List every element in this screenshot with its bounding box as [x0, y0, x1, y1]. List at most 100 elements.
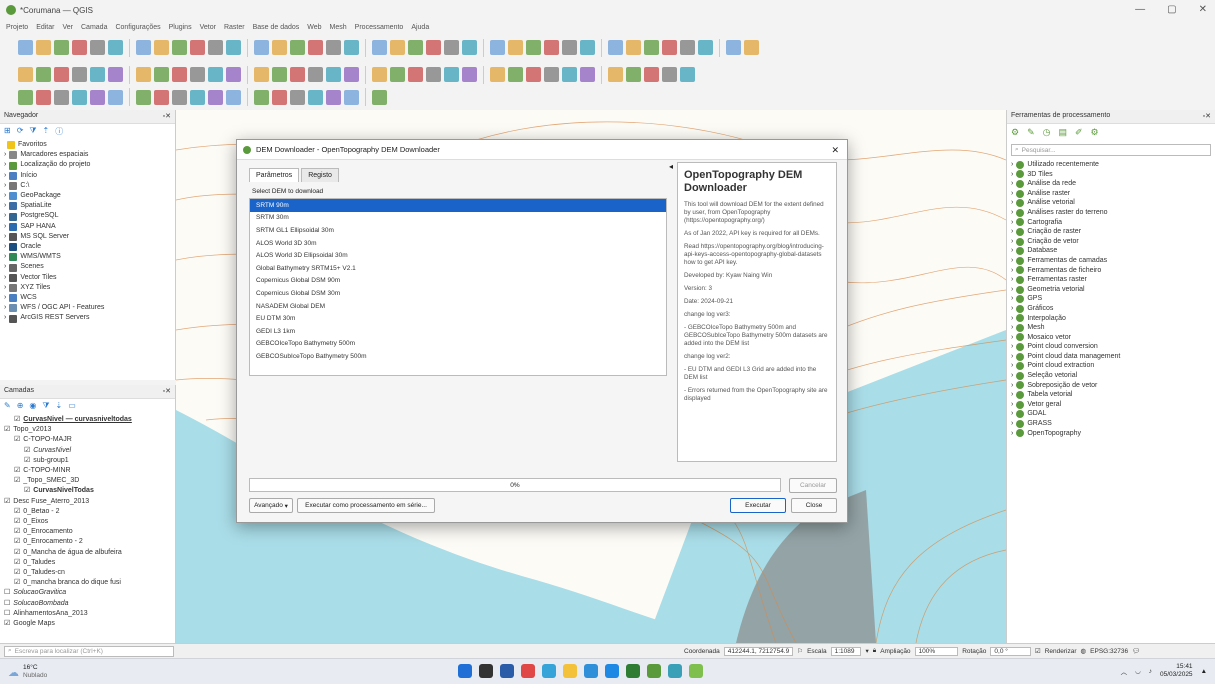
dem-option[interactable]: Copernicus Global DSM 30m: [250, 287, 666, 300]
toolbar-tool-icon[interactable]: [90, 89, 105, 105]
results-icon[interactable]: ▤: [1058, 127, 1067, 139]
toolbar-tool-icon[interactable]: [36, 67, 51, 82]
expand-arrow-icon[interactable]: ›: [1011, 361, 1013, 371]
taskbar-app-icon[interactable]: [479, 664, 493, 678]
layer-item[interactable]: ☑ Topo_v2013: [4, 425, 171, 435]
processing-group-ferramentas-de-camadas[interactable]: › Ferramentas de camadas: [1011, 256, 1211, 266]
collapse-help-icon[interactable]: ◂: [669, 162, 673, 171]
browser-item-in-cio[interactable]: › Início: [4, 171, 171, 181]
browser-item-arcgis-rest-servers[interactable]: › ArcGIS REST Servers: [4, 313, 171, 323]
taskbar-app-icon[interactable]: [521, 664, 535, 678]
processing-group-cria-o-de-raster[interactable]: › Criação de raster: [1011, 227, 1211, 237]
toolbar-tool-icon[interactable]: [254, 89, 269, 105]
expand-arrow-icon[interactable]: ›: [1011, 275, 1013, 285]
dem-option[interactable]: SRTM GL1 Ellipsoidal 30m: [250, 224, 666, 237]
layer-checkbox[interactable]: ☐: [4, 609, 10, 619]
browser-item-ms-sql-server[interactable]: › MS SQL Server: [4, 232, 171, 242]
settings-icon[interactable]: ⚙: [1091, 127, 1099, 139]
toolbar-tool-icon[interactable]: [190, 89, 205, 105]
processing-group-geometria-vetorial[interactable]: › Geometria vetorial: [1011, 285, 1211, 295]
layer-checkbox[interactable]: ☑: [14, 435, 20, 445]
dialog-close-icon[interactable]: ✕: [831, 145, 839, 156]
toolbar-tool-icon[interactable]: [644, 67, 659, 82]
expand-arrow-icon[interactable]: ›: [4, 313, 6, 323]
dem-option[interactable]: GEDI L3 1km: [250, 325, 666, 338]
toolbar-tool-icon[interactable]: [18, 89, 33, 105]
toolbar-tool-icon[interactable]: [372, 40, 387, 55]
expand-arrow-icon[interactable]: ›: [4, 242, 6, 252]
history-icon[interactable]: ◷: [1043, 127, 1051, 139]
expand-arrow-icon[interactable]: ›: [1011, 419, 1013, 429]
toolbar-tool-icon[interactable]: [272, 89, 287, 105]
processing-group-cria-o-de-vetor[interactable]: › Criação de vetor: [1011, 237, 1211, 247]
layer-item[interactable]: ☑ 0_Enrocamento - 2: [4, 537, 171, 547]
processing-group-ferramentas-de-ficheiro[interactable]: › Ferramentas de ficheiro: [1011, 266, 1211, 276]
dem-option[interactable]: ALOS World 3D 30m: [250, 237, 666, 250]
processing-group-gdal[interactable]: › GDAL: [1011, 409, 1211, 419]
browser-item-wms-wmts[interactable]: › WMS/WMTS: [4, 252, 171, 262]
remove-icon[interactable]: ▭: [68, 401, 76, 411]
scripts-icon[interactable]: ✎: [1027, 127, 1035, 139]
taskbar-app-icon[interactable]: [500, 664, 514, 678]
processing-group-opentopography[interactable]: › OpenTopography: [1011, 429, 1211, 439]
layer-item[interactable]: ☑ 0_Betao - 2: [4, 507, 171, 517]
toolbar-tool-icon[interactable]: [272, 67, 287, 82]
expand-arrow-icon[interactable]: ›: [1011, 256, 1013, 266]
layer-checkbox[interactable]: ☑: [4, 425, 10, 435]
processing-group-point-cloud-conversion[interactable]: › Point cloud conversion: [1011, 342, 1211, 352]
toolbar-tool-icon[interactable]: [508, 40, 523, 55]
toolbar-tool-icon[interactable]: [544, 67, 559, 82]
toolbar-tool-icon[interactable]: [744, 40, 759, 55]
expand-arrow-icon[interactable]: ›: [1011, 323, 1013, 333]
expand-arrow-icon[interactable]: ›: [4, 171, 6, 181]
close-button[interactable]: Close: [791, 498, 837, 513]
processing-group-an-lises-raster-do-terreno[interactable]: › Análises raster do terreno: [1011, 208, 1211, 218]
expand-arrow-icon[interactable]: ›: [1011, 342, 1013, 352]
toolbar-tool-icon[interactable]: [626, 67, 641, 82]
layer-item[interactable]: ☑ C-TOPO-MAJR: [4, 435, 171, 445]
panel-close-icon[interactable]: ▫✕: [163, 387, 171, 396]
toolbar-tool-icon[interactable]: [290, 89, 305, 105]
processing-group-point-cloud-data-management[interactable]: › Point cloud data management: [1011, 352, 1211, 362]
toolbar-tool-icon[interactable]: [72, 40, 87, 55]
toolbar-tool-icon[interactable]: [254, 40, 269, 55]
layer-item[interactable]: ☑ 0_Mancha de água de albufeira: [4, 548, 171, 558]
layer-item[interactable]: ☑ 0_Enrocamento: [4, 527, 171, 537]
volume-icon[interactable]: ♪: [1149, 668, 1152, 675]
processing-group-cartografia[interactable]: › Cartografia: [1011, 218, 1211, 228]
layer-item[interactable]: ☑ Google Maps: [4, 619, 171, 629]
scale-dropdown-icon[interactable]: ▾: [865, 647, 868, 655]
browser-item-wfs-ogc-api-features[interactable]: › WFS / OGC API - Features: [4, 303, 171, 313]
toolbar-tool-icon[interactable]: [190, 67, 205, 82]
toolbar-tool-icon[interactable]: [608, 40, 623, 55]
dem-option[interactable]: SRTM 30m: [250, 212, 666, 225]
toolbar-tool-icon[interactable]: [390, 40, 405, 55]
clock-date[interactable]: 05/03/2025: [1160, 671, 1193, 679]
expand-arrow-icon[interactable]: ›: [1011, 314, 1013, 324]
expand-arrow-icon[interactable]: ›: [1011, 352, 1013, 362]
expand-arrow-icon[interactable]: ›: [4, 283, 6, 293]
menu-ajuda[interactable]: Ajuda: [411, 24, 429, 31]
toolbar-tool-icon[interactable]: [680, 40, 695, 55]
clock-time[interactable]: 15:41: [1160, 663, 1192, 671]
expand-arrow-icon[interactable]: ›: [1011, 333, 1013, 343]
browser-item-geopackage[interactable]: › GeoPackage: [4, 191, 171, 201]
toolbar-tool-icon[interactable]: [108, 40, 123, 55]
dem-list[interactable]: SRTM 90m SRTM 30m SRTM GL1 Ellipsoidal 30m…: [249, 198, 667, 376]
toolbar-tool-icon[interactable]: [444, 67, 459, 82]
expand-arrow-icon[interactable]: ›: [1011, 198, 1013, 208]
expand-arrow-icon[interactable]: ›: [4, 222, 6, 232]
layer-item[interactable]: ☐ AlinhamentosAna_2013: [4, 609, 171, 619]
processing-group-3d-tiles[interactable]: › 3D Tiles: [1011, 170, 1211, 180]
browser-item-spatialite[interactable]: › SpatiaLite: [4, 201, 171, 211]
taskbar-app-icon[interactable]: [458, 664, 472, 678]
expand-arrow-icon[interactable]: ›: [1011, 208, 1013, 218]
info-icon[interactable]: ⓘ: [55, 126, 63, 136]
toolbar-tool-icon[interactable]: [226, 67, 241, 82]
toolbar-tool-icon[interactable]: [54, 89, 69, 105]
toolbar-tool-icon[interactable]: [390, 67, 405, 82]
processing-group-vetor-geral[interactable]: › Vetor geral: [1011, 400, 1211, 410]
toolbar-tool-icon[interactable]: [562, 67, 577, 82]
layer-checkbox[interactable]: ☑: [14, 558, 20, 568]
processing-group-gps[interactable]: › GPS: [1011, 294, 1211, 304]
